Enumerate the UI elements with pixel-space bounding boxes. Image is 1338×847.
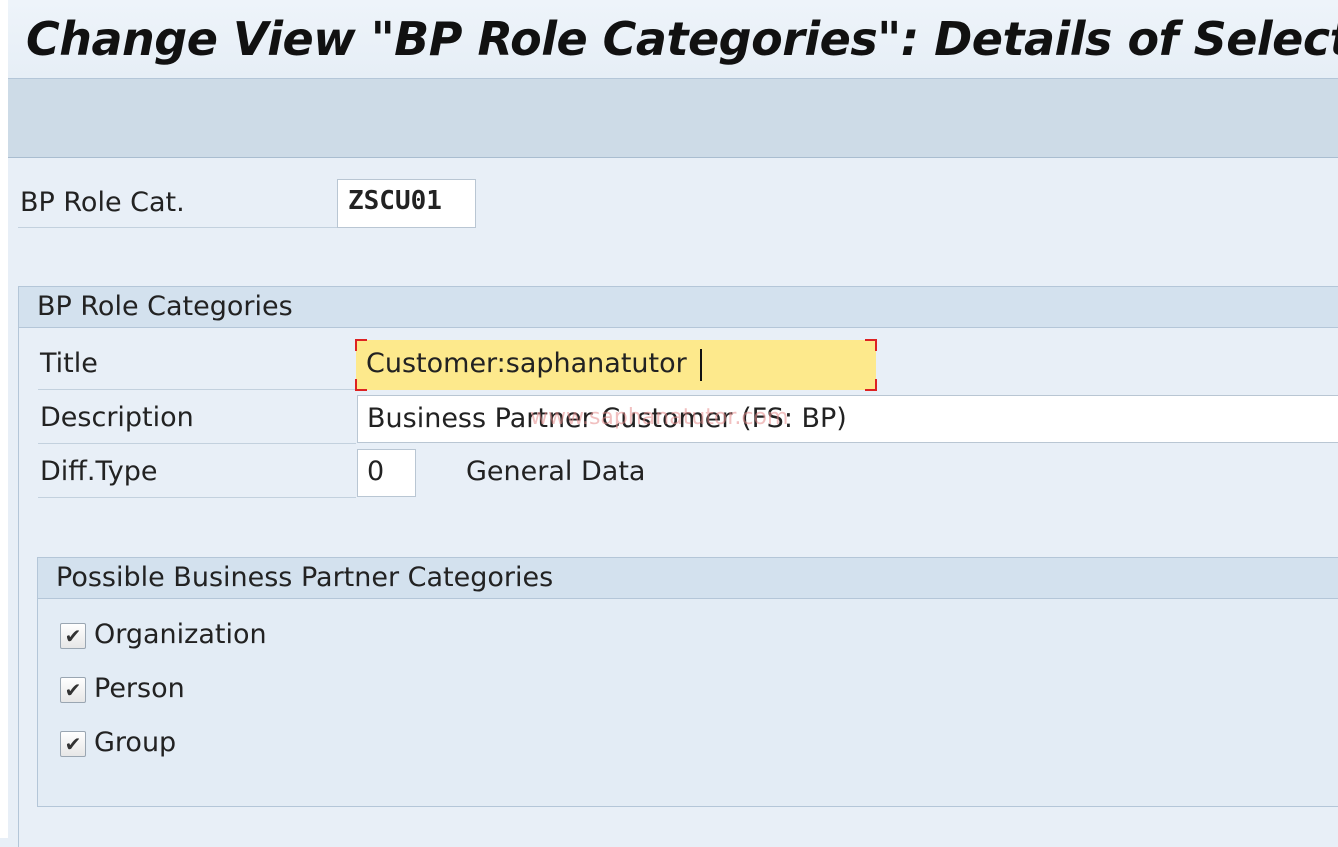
bp-categories-header: Possible Business Partner Categories — [38, 558, 1338, 599]
difftype-label: Diff.Type — [40, 456, 158, 487]
bp-role-cat-value: ZSCU01 — [348, 186, 442, 216]
difftype-description: General Data — [466, 456, 646, 487]
group-checkbox[interactable]: ✔ — [60, 731, 86, 757]
difftype-underline — [38, 497, 356, 498]
description-label: Description — [40, 402, 194, 433]
title-input[interactable]: Customer:saphanatutor — [355, 339, 877, 391]
window-left-edge — [0, 0, 8, 838]
focus-corner-br — [865, 379, 877, 391]
title-underline — [38, 389, 356, 390]
focus-corner-tr — [865, 339, 877, 351]
difftype-field[interactable]: 0 — [357, 449, 416, 497]
bp-categories-group: Possible Business Partner Categories — [37, 557, 1338, 807]
bp-role-cat-field[interactable]: ZSCU01 — [337, 179, 476, 228]
bp-categories-heading: Possible Business Partner Categories — [56, 562, 554, 593]
bp-role-categories-heading: BP Role Categories — [37, 291, 293, 322]
title-bar: Change View "BP Role Categories": Detail… — [8, 0, 1338, 79]
description-field[interactable]: Business Partner Customer (FS: BP) — [357, 395, 1338, 443]
title-label: Title — [40, 348, 98, 379]
bp-role-cat-underline — [18, 227, 338, 228]
bp-role-cat-label: BP Role Cat. — [20, 187, 185, 218]
focus-corner-bl — [355, 379, 367, 391]
difftype-value: 0 — [367, 456, 385, 487]
person-label: Person — [94, 673, 185, 704]
text-cursor — [700, 349, 702, 381]
organization-label: Organization — [94, 619, 267, 650]
title-value: Customer:saphanatutor — [366, 348, 687, 379]
description-underline — [38, 443, 356, 444]
person-checkbox[interactable]: ✔ — [60, 677, 86, 703]
watermark: www.saphanatutor.com — [530, 405, 789, 430]
bp-role-categories-header: BP Role Categories — [19, 287, 1338, 328]
application-toolbar — [8, 79, 1338, 158]
organization-checkbox[interactable]: ✔ — [60, 623, 86, 649]
window-title: Change View "BP Role Categories": Detail… — [26, 12, 1338, 66]
group-label: Group — [94, 727, 177, 758]
